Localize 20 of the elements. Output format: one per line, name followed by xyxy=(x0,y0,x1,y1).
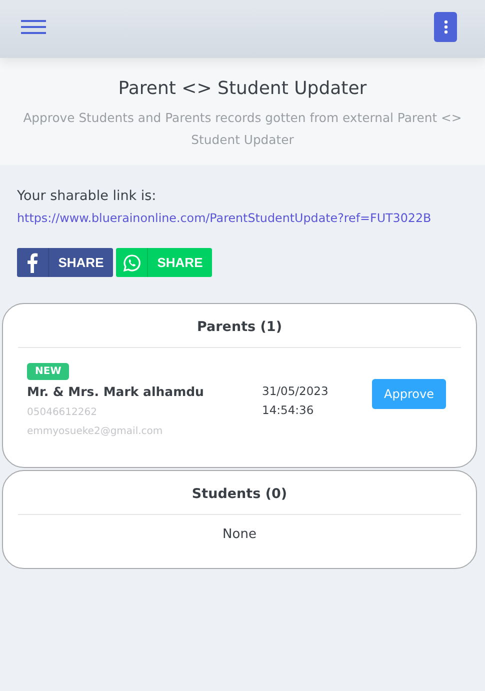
section-title: Parents (1) xyxy=(18,304,461,348)
more-icon xyxy=(444,20,448,34)
record-email: emmyosueke2@gmail.com xyxy=(27,426,164,437)
share-button[interactable]: SHARE xyxy=(17,248,113,277)
record-phone: 05046612262 xyxy=(27,407,98,418)
share-link[interactable]: https://www.bluerainonline.com/ParentStudentUpdate?ref=FUT3022B xyxy=(17,207,468,229)
record-time: 14:54:36 xyxy=(262,402,315,419)
approve-button[interactable]: Approve xyxy=(372,379,446,409)
more-options-button[interactable] xyxy=(434,12,457,42)
record-name: Mr. & Mrs. Mark alhamdu xyxy=(27,384,205,399)
record-date: 31/05/2023 xyxy=(262,383,330,400)
menu-icon[interactable] xyxy=(21,20,46,34)
share-label: Your sharable link is: xyxy=(17,187,158,206)
new-badge: NEW xyxy=(27,363,70,380)
section-title: Students (0) xyxy=(18,471,461,515)
empty-text: None xyxy=(222,526,258,544)
whatsapp-icon xyxy=(122,254,140,272)
page-subtitle: Approve Students and Parents records gotten from external Parent <> Student Updater xyxy=(22,109,463,149)
page-title: Parent <> Student Updater xyxy=(117,78,368,99)
facebook-icon xyxy=(27,252,38,272)
